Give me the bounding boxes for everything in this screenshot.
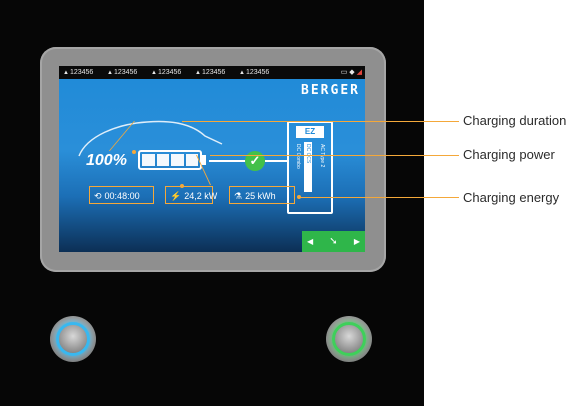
battery-cell: [142, 154, 155, 166]
connector-type: DC CCS: [305, 144, 311, 164]
charge-percent: 100%: [86, 152, 127, 169]
charge-flow-line: [265, 160, 287, 162]
arrow-left-icon: ◀: [307, 237, 314, 246]
callout-line-energy: [300, 197, 459, 198]
charger-screen: ▲123456 ▲123456 ▲123456 ▲123456 ▲123456 …: [59, 66, 365, 252]
warning-triangle-icon: ▲: [151, 70, 157, 76]
status-item: ▲123456: [151, 69, 182, 76]
lightning-icon: ⚡: [170, 191, 182, 201]
callout-line-duration: [182, 121, 459, 122]
green-button-cap: [332, 322, 366, 356]
callout-label-power: Charging power: [463, 147, 555, 162]
plug-icon: ➘: [329, 236, 338, 247]
system-icons: ▭ ◆ ◢: [341, 66, 362, 79]
signal-icon: ◢: [356, 69, 362, 76]
checkmark-icon: ✓: [245, 151, 265, 171]
charging-duration: ⟲ 00:48:00: [89, 186, 154, 204]
blue-button-cap: [56, 322, 90, 356]
charge-flow-line: [209, 160, 247, 162]
callout-dot: [180, 184, 184, 188]
callout-dot: [297, 195, 301, 199]
callout-dot: [132, 150, 136, 154]
battery-cell: [171, 154, 184, 166]
callout-label-duration: Charging duration: [463, 113, 567, 128]
connector-type: DC Combo: [295, 144, 301, 169]
brand-logo: BERGER: [301, 83, 360, 98]
status-item: ▲123456: [195, 69, 226, 76]
battery-cell: [156, 154, 169, 166]
warning-triangle-icon: ▲: [239, 70, 245, 76]
blue-push-button[interactable]: [50, 316, 96, 362]
energy-icon: ⚗: [234, 191, 243, 201]
arrow-right-icon: ▶: [353, 237, 360, 246]
status-item: ▲123456: [107, 69, 138, 76]
battery-gauge: [138, 150, 202, 170]
status-item: ▲123456: [239, 69, 270, 76]
wifi-icon: ◆: [349, 69, 355, 76]
status-item: ▲123456: [63, 69, 94, 76]
callout-label-energy: Charging energy: [463, 190, 560, 205]
warning-triangle-icon: ▲: [107, 70, 113, 76]
warning-triangle-icon: ▲: [63, 70, 69, 76]
status-bar: ▲123456 ▲123456 ▲123456 ▲123456 ▲123456 …: [59, 66, 365, 79]
monitor-icon: ▭: [340, 69, 348, 76]
charging-power: ⚡ 24,2 kW: [165, 186, 217, 204]
connector-label: EZ: [296, 126, 324, 138]
green-push-button[interactable]: [326, 316, 372, 362]
clock-icon: ⟲: [94, 191, 102, 201]
charging-energy: ⚗ 25 kWh: [229, 186, 295, 204]
warning-triangle-icon: ▲: [195, 70, 201, 76]
stop-charging-button[interactable]: ◀ ➘ ▶: [302, 231, 365, 252]
battery-tip: [202, 155, 206, 165]
callout-line-power: [210, 155, 459, 156]
